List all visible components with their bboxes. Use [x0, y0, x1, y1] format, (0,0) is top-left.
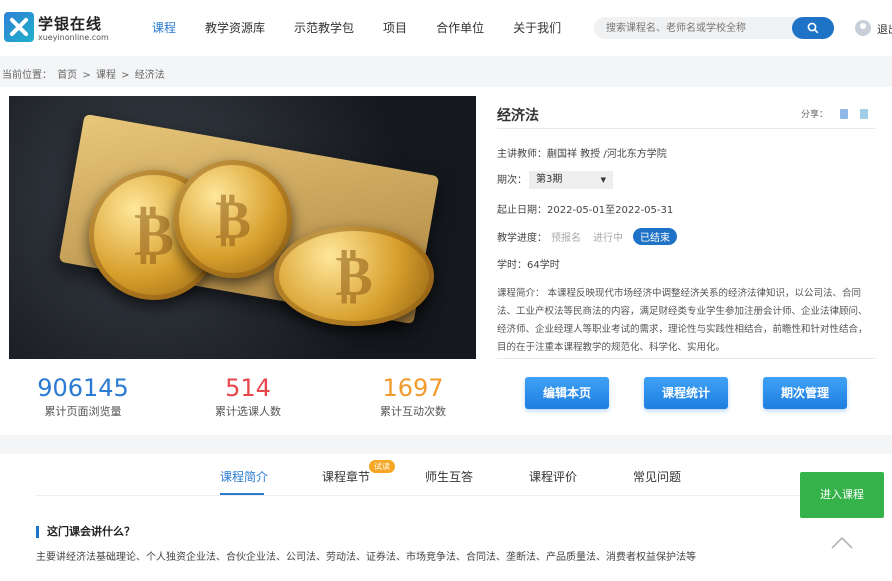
logo-title[interactable]: 学银在线 [38, 13, 102, 34]
period-label: 期次： [497, 175, 527, 186]
share-wechat-icon[interactable] [860, 108, 869, 119]
progress-ended-badge: 已结束 [633, 228, 677, 245]
breadcrumb: 当前位置： 首页 > 课程 > 经济法 [2, 66, 167, 81]
progress-in-progress: 进行中 [593, 233, 623, 244]
logout-link[interactable]: 退出 [877, 21, 892, 37]
course-tabs: 课程简介 课程章节 试读 师生互答 课程评价 常见问题 [0, 454, 892, 496]
nav-item-demo-packages[interactable]: 示范教学包 [282, 0, 366, 56]
course-statistics-button[interactable]: 课程统计 [644, 377, 728, 409]
share-qzone-icon[interactable] [840, 108, 849, 119]
nav-item-resources[interactable]: 教学资源库 [193, 0, 277, 56]
progress-pre-registration: 预报名 [551, 233, 581, 244]
course-dates: 起止日期：2022-05-01至2022-05-31 [497, 205, 674, 216]
tabs-divider [36, 495, 826, 496]
tab-intro[interactable]: 课程简介 [220, 468, 268, 485]
divider [497, 358, 875, 359]
top-header: 学银在线 xueyinonline.com 课程 教学资源库 示范教学包 项目 … [0, 0, 892, 56]
trial-badge: 试读 [369, 460, 395, 473]
tab-reviews[interactable]: 课程评价 [529, 468, 577, 485]
period-row: 期次： 第3期 [497, 171, 613, 189]
stat-page-views: 906145 累计页面浏览量 [3, 374, 163, 419]
nav-item-projects[interactable]: 项目 [371, 0, 419, 56]
tab-faq[interactable]: 常见问题 [633, 468, 681, 485]
logo-subtitle: xueyinonline.com [38, 33, 109, 42]
stat-label: 累计互动次数 [380, 405, 446, 418]
search-button[interactable] [792, 17, 834, 39]
search-box [594, 17, 834, 39]
course-teacher: 主讲教师：蒯国祥 教授 /河北东方学院 [497, 149, 667, 160]
back-to-top-icon[interactable] [830, 534, 854, 550]
tab-qa[interactable]: 师生互答 [425, 468, 473, 485]
progress-label: 教学进度： [497, 233, 547, 244]
search-icon [807, 22, 819, 34]
breadcrumb-current: 经济法 [134, 70, 165, 81]
period-select[interactable]: 第3期 [529, 171, 613, 189]
stat-value: 514 [225, 374, 271, 402]
progress-row: 教学进度： 预报名 进行中 已结束 [497, 228, 677, 245]
stat-value: 906145 [37, 374, 129, 402]
divider [497, 128, 875, 129]
coin-shape: ₿ [274, 226, 434, 326]
breadcrumb-separator: > [121, 70, 130, 81]
breadcrumb-separator: > [82, 70, 91, 81]
stat-interactions: 1697 累计互动次数 [333, 374, 493, 419]
active-tab-indicator [220, 493, 264, 495]
edit-page-button[interactable]: 编辑本页 [525, 377, 609, 409]
stat-enrollments: 514 累计选课人数 [168, 374, 328, 419]
course-cover-image: ₿ ₿ ₿ [9, 96, 476, 359]
main-nav: 课程 教学资源库 示范教学包 项目 合作单位 关于我们 [140, 0, 578, 56]
stat-value: 1697 [382, 374, 444, 402]
breadcrumb-prefix: 当前位置： [2, 70, 52, 81]
course-detail-section: 课程简介 课程章节 试读 师生互答 课程评价 常见问题 这门课会讲什么？ 主要讲… [0, 454, 892, 581]
search-input[interactable] [606, 17, 786, 39]
period-management-button[interactable]: 期次管理 [763, 377, 847, 409]
course-intro: 课程简介： 本课程反映现代市场经济中调整经济关系的经济法律知识，以公司法、合同法… [497, 288, 868, 353]
stat-label: 累计选课人数 [215, 405, 281, 418]
nav-item-courses[interactable]: 课程 [140, 0, 188, 56]
section-text: 主要讲经济法基础理论、个人独资企业法、合伙企业法、公司法、劳动法、证券法、市场竞… [36, 552, 696, 563]
breadcrumb-courses[interactable]: 课程 [96, 70, 116, 81]
nav-item-partners[interactable]: 合作单位 [424, 0, 496, 56]
logo-icon[interactable] [4, 12, 34, 42]
share-bar: 分享： [801, 107, 869, 120]
tab-chapters[interactable]: 课程章节 [322, 468, 370, 485]
course-hours: 学时：64学时 [497, 260, 560, 271]
section-title: 这门课会讲什么？ [36, 526, 135, 538]
course-title: 经济法 [497, 108, 539, 124]
user-avatar[interactable] [855, 20, 871, 36]
stat-label: 累计页面浏览量 [44, 405, 122, 418]
breadcrumb-home[interactable]: 首页 [57, 70, 77, 81]
share-label: 分享： [801, 110, 829, 120]
course-overview-card: ₿ ₿ ₿ 906145 累计页面浏览量 514 累计选课人数 1697 累计互… [0, 87, 892, 435]
nav-item-about[interactable]: 关于我们 [501, 0, 573, 56]
enter-course-button[interactable]: 进入课程 [800, 472, 884, 518]
